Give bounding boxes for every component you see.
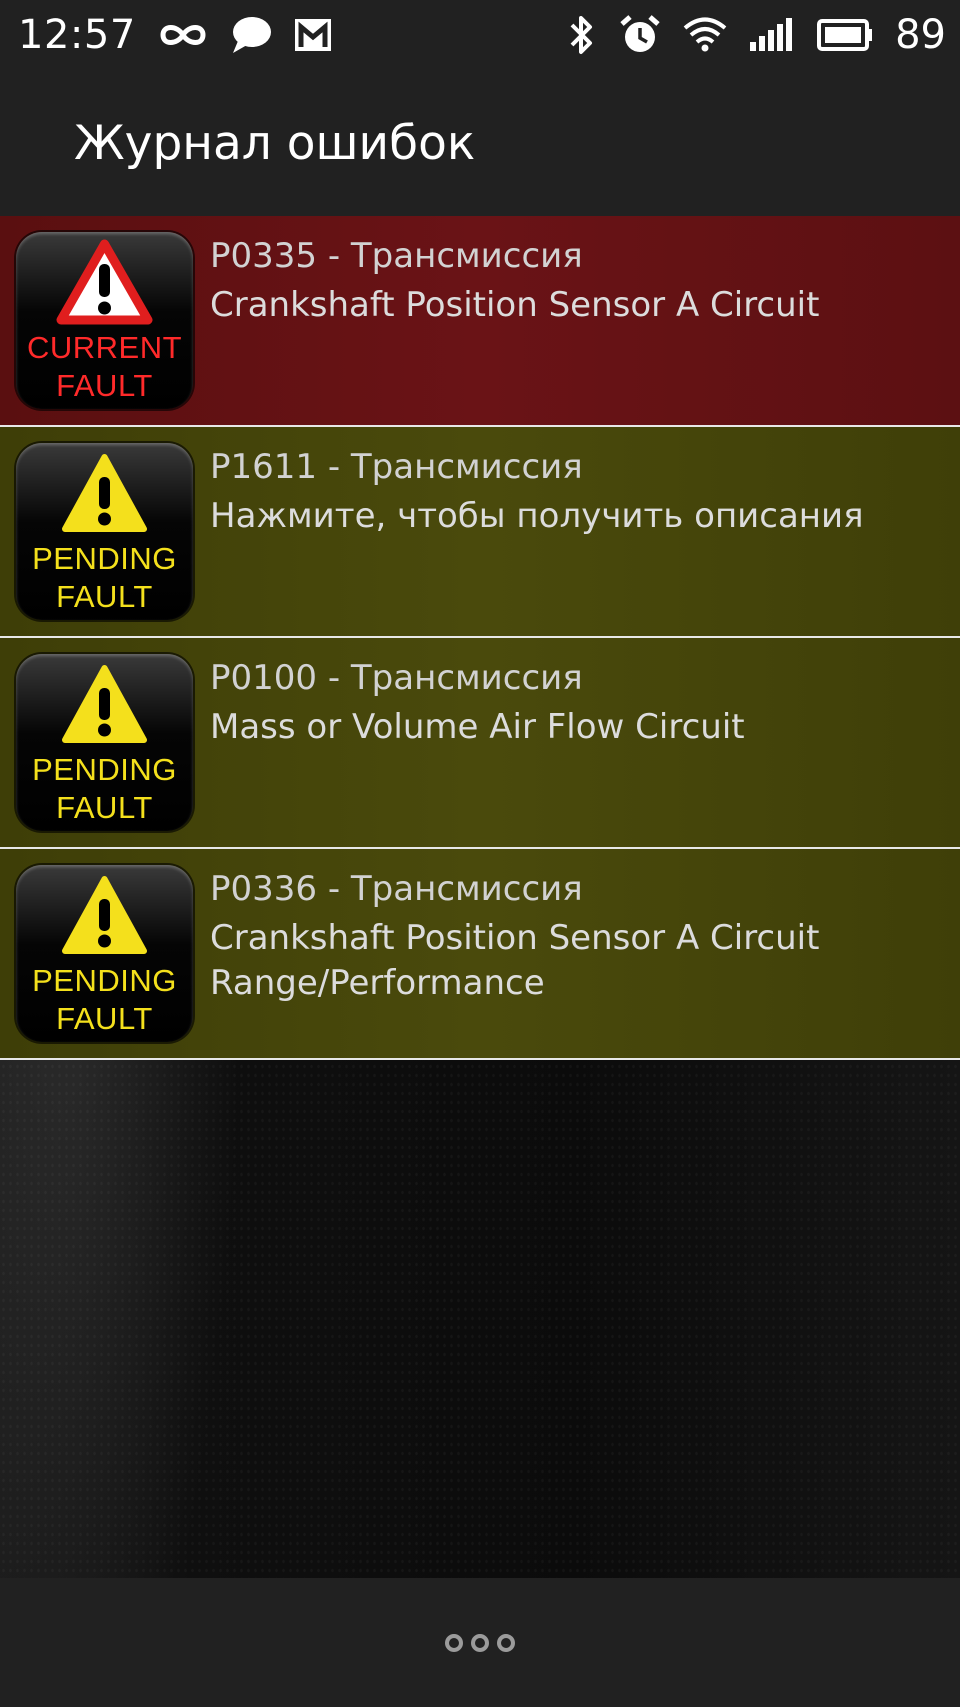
badge-status-label: PENDING <box>32 963 177 998</box>
infinity-icon <box>158 20 208 50</box>
current-fault-icon: CURRENT FAULT <box>16 232 193 409</box>
fault-code: P0100 - Трансмиссия <box>210 658 583 698</box>
fault-text: P1611 - Трансмиссия Нажмите, чтобы получ… <box>210 445 940 539</box>
fault-text: P0336 - Трансмиссия Crankshaft Position … <box>210 867 940 1006</box>
signal-icon <box>749 18 795 52</box>
page-title: Журнал ошибок <box>74 115 476 171</box>
status-time: 12:57 <box>18 12 136 58</box>
gmail-icon <box>294 18 332 52</box>
status-left: 12:57 <box>18 12 332 58</box>
status-right: 89 <box>567 12 946 58</box>
content-area: CURRENT FAULT P0335 - Трансмиссия Cranks… <box>0 216 960 1578</box>
badge-status-label: CURRENT <box>26 330 183 365</box>
fault-code: P0335 - Трансмиссия <box>210 236 583 276</box>
battery-level: 89 <box>895 12 946 58</box>
overflow-menu-icon[interactable] <box>433 1622 527 1664</box>
wifi-icon <box>683 17 727 53</box>
alarm-icon <box>619 14 661 56</box>
pending-fault-icon: PENDING FAULT <box>16 443 193 620</box>
fault-row[interactable]: PENDING FAULT P1611 - Трансмиссия Нажмит… <box>0 427 960 638</box>
overflow-dot <box>497 1633 515 1652</box>
overflow-dot <box>471 1633 489 1652</box>
overflow-dot <box>445 1633 463 1652</box>
fault-text: P0100 - Трансмиссия Mass or Volume Air F… <box>210 656 940 750</box>
bottom-bar <box>0 1578 960 1707</box>
fault-row[interactable]: PENDING FAULT P0100 - Трансмиссия Mass o… <box>0 638 960 849</box>
badge-fault-label: FAULT <box>56 579 153 614</box>
fault-list: CURRENT FAULT P0335 - Трансмиссия Cranks… <box>0 216 960 1060</box>
pending-fault-icon: PENDING FAULT <box>16 865 193 1042</box>
screen: 12:57 89 Журнал ошибок CURRENT FAULT P03… <box>0 0 960 1707</box>
badge-status-label: PENDING <box>32 541 177 576</box>
fault-row[interactable]: CURRENT FAULT P0335 - Трансмиссия Cranks… <box>0 216 960 427</box>
fault-description: Crankshaft Position Sensor A Circuit Ran… <box>210 918 820 1003</box>
fault-description: Crankshaft Position Sensor A Circuit <box>210 285 820 325</box>
app-bar: Журнал ошибок <box>0 70 960 216</box>
fault-code: P0336 - Трансмиссия <box>210 869 583 909</box>
bluetooth-icon <box>567 14 597 56</box>
badge-status-label: PENDING <box>32 752 177 787</box>
fault-text: P0335 - Трансмиссия Crankshaft Position … <box>210 234 940 328</box>
fault-description: Mass or Volume Air Flow Circuit <box>210 707 745 747</box>
badge-fault-label: FAULT <box>56 1001 153 1036</box>
status-bar: 12:57 89 <box>0 0 960 70</box>
badge-fault-label: FAULT <box>56 790 153 825</box>
fault-code: P1611 - Трансмиссия <box>210 447 583 487</box>
pending-fault-icon: PENDING FAULT <box>16 654 193 831</box>
badge-fault-label: FAULT <box>56 368 153 403</box>
chat-bubble-icon <box>230 15 272 55</box>
fault-description: Нажмите, чтобы получить описания <box>210 496 864 536</box>
fault-row[interactable]: PENDING FAULT P0336 - Трансмиссия Cranks… <box>0 849 960 1060</box>
battery-icon <box>817 18 873 52</box>
